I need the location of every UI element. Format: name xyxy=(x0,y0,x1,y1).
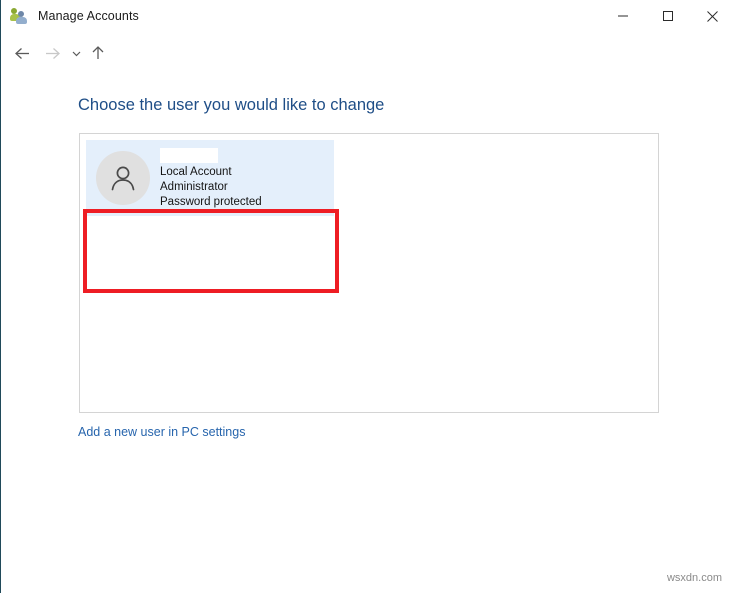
account-tile[interactable]: Local Account Administrator Password pro… xyxy=(86,140,334,216)
accounts-list-panel: Local Account Administrator Password pro… xyxy=(79,133,659,413)
window-title: Manage Accounts xyxy=(38,9,139,23)
navigation-bar: « User Accounts › Manage Accounts xyxy=(1,33,735,99)
page-title: Choose the user you would like to change xyxy=(78,96,385,114)
back-button[interactable] xyxy=(7,33,37,73)
manage-accounts-window: Manage Accounts Search Control Panel Cho… xyxy=(0,0,735,593)
account-role-label: Administrator xyxy=(160,181,228,193)
back-arrow-icon xyxy=(14,47,29,59)
up-button[interactable] xyxy=(85,33,111,73)
account-name-redacted xyxy=(160,148,218,163)
add-new-user-link[interactable]: Add a new user in PC settings xyxy=(78,425,245,439)
account-type-label: Local Account xyxy=(160,166,232,178)
window-controls xyxy=(600,0,735,32)
recent-locations-button[interactable] xyxy=(67,33,85,73)
minimize-icon xyxy=(617,15,628,17)
account-details: Local Account Administrator Password pro… xyxy=(160,148,262,210)
title-bar: Manage Accounts xyxy=(1,0,735,32)
content-area: Choose the user you would like to change… xyxy=(1,73,735,593)
maximize-button[interactable] xyxy=(645,0,690,32)
chevron-down-icon xyxy=(72,51,80,56)
maximize-icon xyxy=(662,11,673,21)
close-icon xyxy=(707,10,718,22)
watermark: wsxdn.com xyxy=(666,572,722,584)
account-password-status: Password protected xyxy=(160,196,262,208)
user-accounts-icon xyxy=(10,7,29,25)
forward-button xyxy=(37,33,67,73)
forward-arrow-icon xyxy=(45,47,60,59)
close-button[interactable] xyxy=(690,0,735,32)
person-avatar-icon xyxy=(96,151,150,205)
up-arrow-icon xyxy=(92,46,104,59)
minimize-button[interactable] xyxy=(600,0,645,32)
